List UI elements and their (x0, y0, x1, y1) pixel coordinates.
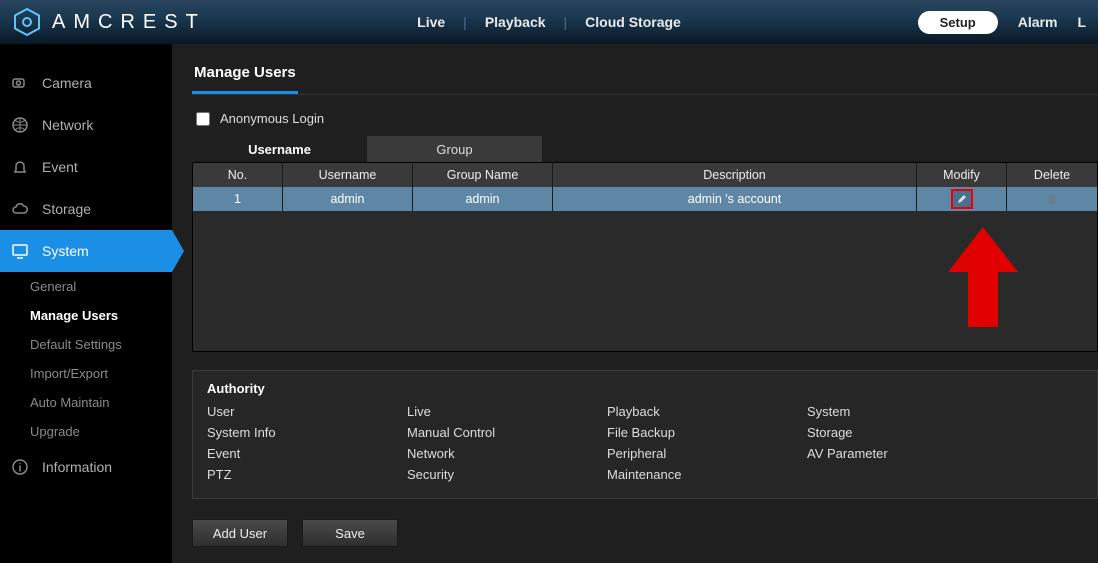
add-user-button[interactable]: Add User (192, 519, 288, 547)
page-tabs: Manage Users (192, 58, 1098, 95)
sidebar-item-event[interactable]: Event (0, 146, 172, 188)
nav-separator: | (463, 14, 467, 30)
authority-item (807, 467, 1007, 482)
authority-item: Playback (607, 404, 807, 419)
col-header-delete: Delete (1007, 163, 1097, 187)
cell-delete (1007, 187, 1097, 211)
col-header-description: Description (553, 163, 917, 187)
authority-item: Live (407, 404, 607, 419)
nav-live[interactable]: Live (417, 14, 445, 30)
cell-modify (917, 187, 1007, 211)
table-body-empty (193, 211, 1097, 351)
sidebar-item-information[interactable]: Information (0, 446, 172, 488)
authority-item: Network (407, 446, 607, 461)
camera-icon (10, 73, 30, 93)
authority-title: Authority (207, 381, 1083, 396)
subtabs: Username Group (192, 136, 1098, 162)
topbar: AMCREST Live | Playback | Cloud Storage … (0, 0, 1098, 44)
page-title[interactable]: Manage Users (192, 58, 298, 94)
annotation-arrow-icon (948, 227, 1018, 342)
table-header: No. Username Group Name Description Modi… (193, 163, 1097, 187)
pencil-icon (956, 193, 968, 205)
sidebar-item-camera[interactable]: Camera (0, 62, 172, 104)
anonymous-login-row: Anonymous Login (196, 111, 1098, 126)
anonymous-login-label: Anonymous Login (220, 111, 324, 126)
anonymous-login-checkbox[interactable] (196, 112, 210, 126)
brand-logo: AMCREST (12, 7, 206, 37)
sidebar-sub-import-export[interactable]: Import/Export (0, 359, 172, 388)
cell-username: admin (283, 187, 413, 211)
sidebar-sub-manage-users[interactable]: Manage Users (0, 301, 172, 330)
col-header-modify: Modify (917, 163, 1007, 187)
authority-item: System (807, 404, 1007, 419)
sidebar-sub-default-settings[interactable]: Default Settings (0, 330, 172, 359)
nav-playback[interactable]: Playback (485, 14, 546, 30)
sidebar-label: System (42, 243, 89, 259)
authority-panel: Authority User Live Playback System Syst… (192, 370, 1098, 499)
authority-item: Peripheral (607, 446, 807, 461)
top-right: Setup Alarm L (918, 11, 1086, 34)
col-header-group: Group Name (413, 163, 553, 187)
sidebar-label: Information (42, 459, 112, 475)
table-row[interactable]: 1 admin admin admin 's account (193, 187, 1097, 211)
authority-item: PTZ (207, 467, 407, 482)
sidebar-label: Event (42, 159, 78, 175)
sidebar-sub-upgrade[interactable]: Upgrade (0, 417, 172, 446)
authority-item: AV Parameter (807, 446, 1007, 461)
sidebar-item-system[interactable]: System (0, 230, 172, 272)
nav-alarm[interactable]: Alarm (1018, 14, 1058, 30)
modify-button[interactable] (951, 189, 973, 209)
sidebar-item-network[interactable]: Network (0, 104, 172, 146)
nav-separator: | (564, 14, 568, 30)
subtab-username[interactable]: Username (192, 136, 367, 162)
users-table: No. Username Group Name Description Modi… (192, 162, 1098, 352)
setup-button[interactable]: Setup (918, 11, 998, 34)
main-content: Manage Users Anonymous Login Username Gr… (172, 44, 1098, 563)
cell-description: admin 's account (553, 187, 917, 211)
authority-grid: User Live Playback System System Info Ma… (207, 404, 1083, 482)
subtab-group[interactable]: Group (367, 136, 542, 162)
trash-icon[interactable] (1045, 192, 1059, 206)
authority-item: System Info (207, 425, 407, 440)
save-button[interactable]: Save (302, 519, 398, 547)
authority-item: User (207, 404, 407, 419)
bell-icon (10, 157, 30, 177)
sidebar-item-storage[interactable]: Storage (0, 188, 172, 230)
cell-group: admin (413, 187, 553, 211)
authority-item: Storage (807, 425, 1007, 440)
authority-item: Event (207, 446, 407, 461)
monitor-icon (10, 241, 30, 261)
authority-item: Maintenance (607, 467, 807, 482)
globe-icon (10, 115, 30, 135)
authority-item: File Backup (607, 425, 807, 440)
footer-buttons: Add User Save (192, 519, 1098, 547)
sidebar-label: Camera (42, 75, 92, 91)
nav-extra[interactable]: L (1077, 14, 1086, 30)
brand-text: AMCREST (52, 11, 206, 34)
cell-no: 1 (193, 187, 283, 211)
sidebar: Camera Network Event Storage System (0, 44, 172, 563)
sidebar-label: Network (42, 117, 93, 133)
col-header-no: No. (193, 163, 283, 187)
brand-hex-icon (12, 7, 42, 37)
sidebar-sub-auto-maintain[interactable]: Auto Maintain (0, 388, 172, 417)
sidebar-sub-general[interactable]: General (0, 272, 172, 301)
sidebar-label: Storage (42, 201, 91, 217)
nav-cloud-storage[interactable]: Cloud Storage (585, 14, 681, 30)
col-header-username: Username (283, 163, 413, 187)
cloud-icon (10, 199, 30, 219)
authority-item: Manual Control (407, 425, 607, 440)
info-icon (10, 457, 30, 477)
authority-item: Security (407, 467, 607, 482)
